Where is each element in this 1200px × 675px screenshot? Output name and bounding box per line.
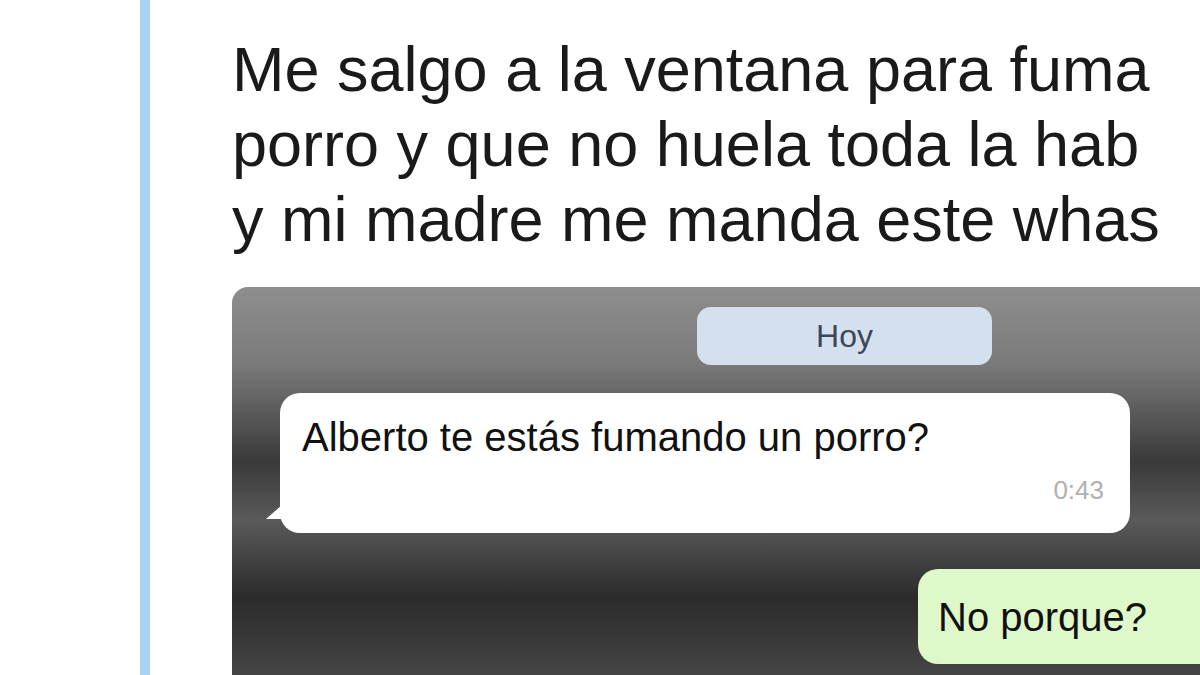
tweet-text-line: y mi madre me manda este whas <box>232 182 1200 257</box>
chat-screenshot: Hoy Alberto te estás fumando un porro? 0:4… <box>232 287 1200 675</box>
message-row: Alberto te estás fumando un porro? 0:43 <box>232 393 1200 533</box>
message-text: No porque? <box>938 593 1200 641</box>
message-row: No porque? <box>232 569 1200 664</box>
message-text: Alberto te estás fumando un porro? <box>302 413 1106 461</box>
tweet-text-line: Me salgo a la ventana para fuma <box>232 32 1200 107</box>
message-time: 0:43 <box>302 475 1106 506</box>
outgoing-message-bubble: No porque? <box>918 569 1200 664</box>
tweet-text-line: porro y que no huela toda la hab <box>232 107 1200 182</box>
incoming-message-bubble: Alberto te estás fumando un porro? 0:43 <box>280 393 1130 533</box>
quote-bar <box>140 0 150 675</box>
tweet-content: Me salgo a la ventana para fumaporro y q… <box>150 0 1200 675</box>
tweet-embed: Me salgo a la ventana para fumaporro y q… <box>0 0 1200 675</box>
date-badge: Hoy <box>697 307 992 365</box>
